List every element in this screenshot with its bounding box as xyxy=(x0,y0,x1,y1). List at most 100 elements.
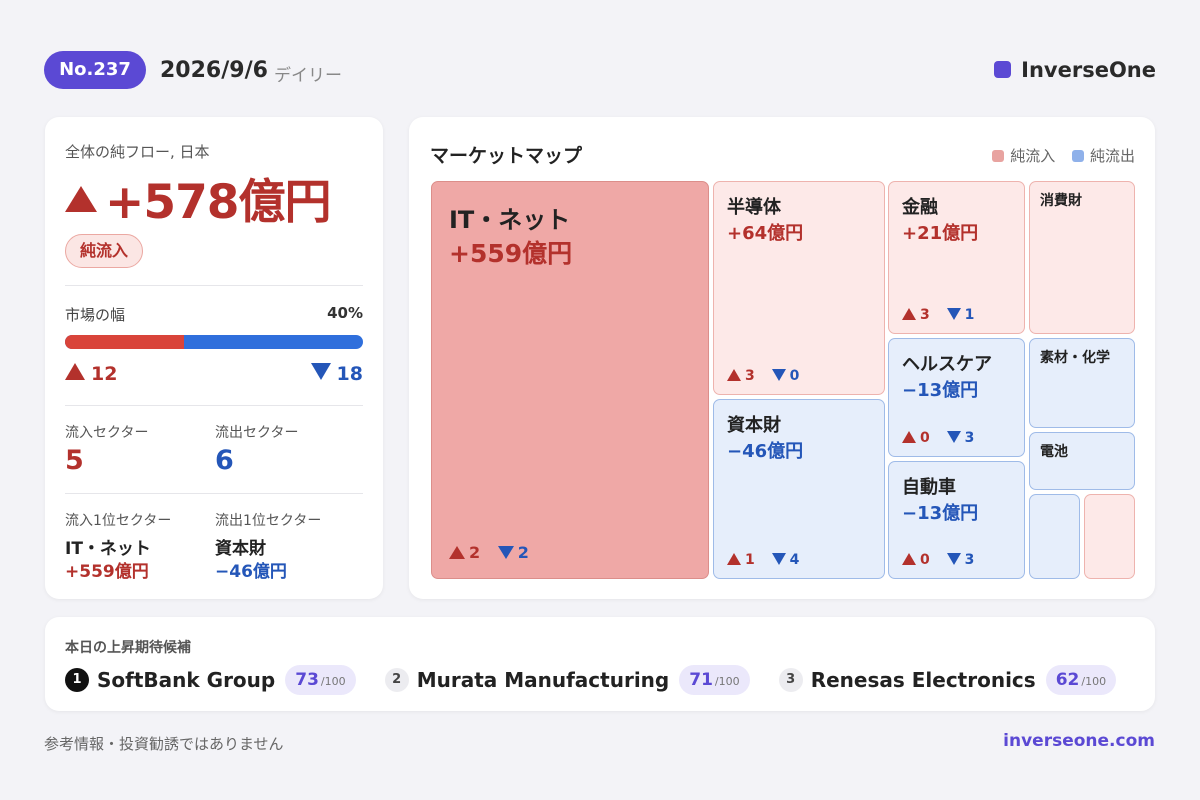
up-triangle-icon xyxy=(902,553,916,565)
sector-value: +21億円 xyxy=(902,223,979,244)
up-triangle-icon xyxy=(449,546,465,559)
up-triangle-icon xyxy=(902,431,916,443)
sector-counts: 2 2 xyxy=(449,543,529,562)
report-date: 2026/9/6 xyxy=(160,58,268,83)
score-value: 73 xyxy=(295,670,319,690)
up-count: 0 xyxy=(920,552,930,568)
down-triangle-icon xyxy=(771,553,786,565)
score-value: 71 xyxy=(689,670,713,690)
header: No.237 2026/9/6 デイリー InverseOne xyxy=(44,51,1156,89)
market-map-card: マーケットマップ 純流入 純流出 IT・ネット +559億円 2 2 半導体 +… xyxy=(409,117,1155,599)
score-badge: 73/100 xyxy=(285,665,356,695)
sector-value: +64億円 xyxy=(727,223,804,244)
sector-tile-materials[interactable]: 素材・化学 xyxy=(1029,338,1135,428)
brand[interactable]: InverseOne xyxy=(994,58,1156,82)
score-badge: 71/100 xyxy=(679,665,750,695)
top-outflow-name: 資本財 xyxy=(215,539,266,559)
sector-name: 半導体 xyxy=(727,197,781,218)
sector-name: 資本財 xyxy=(727,415,781,436)
edition-label: デイリー xyxy=(274,66,342,86)
sector-name: 消費財 xyxy=(1040,193,1082,209)
brand-name: InverseOne xyxy=(1021,58,1156,82)
breadth-bar xyxy=(65,335,363,349)
sector-tile-small-inflow[interactable] xyxy=(1084,494,1135,579)
top-inflow-name: IT・ネット xyxy=(65,539,151,559)
down-triangle-icon xyxy=(497,546,514,559)
sector-tile-consumer-goods[interactable]: 消費財 xyxy=(1029,181,1135,334)
candidate-name: Renesas Electronics xyxy=(810,668,1036,692)
divider xyxy=(65,285,363,286)
sector-tile-battery[interactable]: 電池 xyxy=(1029,432,1135,490)
legend-inflow: 純流入 xyxy=(992,145,1055,166)
sector-tile-semiconductor[interactable]: 半導体 +64億円 3 0 xyxy=(713,181,885,395)
sector-counts: 1 4 xyxy=(727,552,799,568)
decliners: 18 xyxy=(310,363,363,385)
sector-name: 金融 xyxy=(902,197,938,218)
inflow-swatch-icon xyxy=(992,150,1005,162)
down-count: 2 xyxy=(517,543,529,562)
top-inflow-value: +559億円 xyxy=(65,562,149,582)
sector-counts: 3 0 xyxy=(727,368,799,384)
outflow-sectors-label: 流出セクター xyxy=(215,425,299,441)
up-count: 3 xyxy=(920,307,930,323)
sector-tile-it[interactable]: IT・ネット +559億円 2 2 xyxy=(431,181,709,579)
score-max: /100 xyxy=(1081,675,1107,688)
candidates-list: 1 SoftBank Group 73/100 2 Murata Manufactur… xyxy=(65,665,1140,695)
rank-badge: 1 xyxy=(65,668,89,692)
sector-name: ヘルスケア xyxy=(902,354,992,375)
breadth-label: 市場の幅 xyxy=(65,306,126,324)
website-link[interactable]: inverseone.com xyxy=(1003,731,1155,751)
sector-counts: 0 3 xyxy=(902,552,974,568)
candidate-item[interactable]: 2 Murata Manufacturing 71/100 xyxy=(384,665,750,695)
disclaimer: 参考情報・投資勧誘ではありません xyxy=(44,735,284,753)
outflow-sectors-count: 6 xyxy=(215,445,234,476)
down-triangle-icon xyxy=(946,308,961,320)
candidate-name: Murata Manufacturing xyxy=(416,668,670,692)
rank-badge: 2 xyxy=(384,668,409,692)
up-triangle-icon xyxy=(902,308,916,320)
sector-tile-autos[interactable]: 自動車 −13億円 0 3 xyxy=(888,461,1025,579)
market-map-title: マーケットマップ xyxy=(430,145,583,167)
net-flow-total: +578億円 xyxy=(65,163,331,232)
net-flow-value: +578億円 xyxy=(105,175,331,230)
score-value: 62 xyxy=(1055,670,1080,690)
up-triangle-icon xyxy=(65,186,97,212)
issue-badge: No.237 xyxy=(44,51,146,89)
sector-tile-capital-goods[interactable]: 資本財 −46億円 1 4 xyxy=(713,399,885,579)
down-count: 1 xyxy=(964,307,975,323)
sector-value: −46億円 xyxy=(727,441,804,462)
top-inflow-label: 流入1位セクター xyxy=(65,513,172,529)
top-outflow-value: −46億円 xyxy=(215,562,287,582)
net-flow-badge: 純流入 xyxy=(65,234,144,268)
sector-tile-healthcare[interactable]: ヘルスケア −13億円 0 3 xyxy=(888,338,1025,457)
sector-counts: 3 1 xyxy=(902,307,974,323)
legend: 純流入 純流出 xyxy=(980,145,1135,166)
advancers: 12 xyxy=(65,363,117,385)
sector-value: −13億円 xyxy=(902,503,979,524)
candidate-item[interactable]: 3 Renesas Electronics 62/100 xyxy=(778,665,1117,695)
sector-name: 電池 xyxy=(1040,444,1068,460)
up-triangle-icon xyxy=(65,363,85,380)
sector-tile-finance[interactable]: 金融 +21億円 3 1 xyxy=(888,181,1025,334)
candidate-item[interactable]: 1 SoftBank Group 73/100 xyxy=(65,665,356,695)
up-triangle-icon xyxy=(727,369,741,381)
sector-name: 自動車 xyxy=(902,477,956,498)
down-count: 0 xyxy=(789,368,800,384)
breadth-bar-fill xyxy=(65,335,185,349)
breadth-percent: 40% xyxy=(327,304,363,322)
summary-card: 全体の純フロー, 日本 +578億円 純流入 市場の幅 40% 12 18 流入… xyxy=(45,117,383,599)
decliners-count: 18 xyxy=(336,363,363,385)
up-count: 0 xyxy=(920,430,930,446)
advancers-count: 12 xyxy=(91,363,118,385)
sector-tile-small-outflow[interactable] xyxy=(1029,494,1080,579)
legend-outflow: 純流出 xyxy=(1071,145,1135,166)
up-count: 2 xyxy=(469,543,481,562)
sector-value: +559億円 xyxy=(449,239,573,268)
candidates-card: 本日の上昇期待候補 1 SoftBank Group 73/100 2 Murata … xyxy=(45,617,1155,711)
sector-counts: 0 3 xyxy=(902,430,974,446)
net-flow-label: 全体の純フロー, 日本 xyxy=(65,143,210,161)
inflow-sectors-label: 流入セクター xyxy=(65,425,149,441)
down-triangle-icon xyxy=(946,431,961,443)
sector-value: −13億円 xyxy=(902,380,979,401)
down-triangle-icon xyxy=(946,553,961,565)
